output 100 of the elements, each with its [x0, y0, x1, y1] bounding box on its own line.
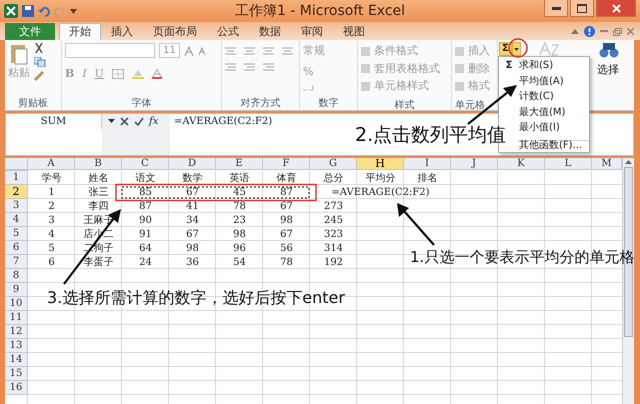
- table-cell: 24: [139, 256, 152, 268]
- row-header[interactable]: 7: [5, 255, 28, 269]
- menu-item[interactable]: 求和(S): [519, 58, 589, 74]
- maximize-button[interactable]: [570, 0, 594, 17]
- ribbon-tab[interactable]: 页面布局: [143, 23, 207, 40]
- cancel-icon[interactable]: [120, 117, 129, 126]
- align-icon[interactable]: [263, 47, 274, 55]
- ribbon-tab[interactable]: 公式: [207, 23, 249, 40]
- row-header[interactable]: 9: [5, 283, 28, 297]
- table-cell: 245: [324, 214, 344, 226]
- scroll-up-icon[interactable]: [625, 160, 632, 164]
- ribbon-tab[interactable]: 数据: [249, 23, 291, 40]
- column-header[interactable]: A: [28, 158, 75, 170]
- table-cell: 67: [186, 228, 199, 240]
- select-all-corner[interactable]: [5, 158, 28, 170]
- table-cell: 98: [280, 214, 293, 226]
- column-header[interactable]: J: [451, 158, 498, 170]
- find-select-button[interactable]: 选择: [596, 62, 619, 78]
- collapse-ribbon-icon[interactable]: [571, 29, 579, 34]
- column-header[interactable]: H: [357, 158, 404, 170]
- group-label: 单元格: [454, 98, 486, 112]
- shrink-font-icon[interactable]: [198, 46, 206, 54]
- close-icon[interactable]: [627, 28, 634, 35]
- table-cell: 91: [139, 228, 152, 240]
- table-cell: 87: [280, 186, 293, 198]
- table-cell: 平均分: [366, 172, 396, 184]
- column-header[interactable]: K: [498, 158, 545, 170]
- grow-font-icon[interactable]: [184, 46, 194, 56]
- menu-item[interactable]: 最小值(I): [519, 120, 589, 136]
- borders-icon[interactable]: [112, 69, 124, 80]
- table-cell: 李蛋子: [84, 256, 114, 268]
- fill-color-icon[interactable]: [132, 69, 144, 80]
- enter-check-icon[interactable]: [134, 117, 144, 126]
- indent-icon[interactable]: [263, 63, 274, 71]
- menu-item[interactable]: 最大值(M): [519, 104, 589, 120]
- group-label: 字体: [130, 96, 152, 110]
- dropdown-icon[interactable]: [108, 119, 115, 123]
- maximize-icon[interactable]: [577, 4, 587, 12]
- menu-item[interactable]: 其他函数(F)...: [519, 140, 589, 151]
- restore-icon[interactable]: [613, 28, 622, 36]
- format-painter-icon[interactable]: [34, 71, 44, 81]
- column-header[interactable]: I: [404, 158, 451, 170]
- row-header[interactable]: 11: [5, 311, 28, 325]
- row-header[interactable]: 1: [5, 171, 28, 185]
- font-name-field[interactable]: [65, 43, 155, 58]
- customize-dropdown-icon[interactable]: [70, 8, 77, 14]
- align-icon[interactable]: [225, 47, 236, 55]
- column-header[interactable]: L: [545, 158, 592, 170]
- insert-function-button[interactable]: fx: [149, 114, 158, 129]
- row-header[interactable]: 5: [5, 227, 28, 241]
- row-header[interactable]: 14: [5, 353, 28, 367]
- table-cell: 67: [280, 228, 293, 240]
- row-header[interactable]: 6: [5, 241, 28, 255]
- row-header[interactable]: 15: [5, 367, 28, 381]
- ribbon-tab[interactable]: 插入: [101, 23, 143, 40]
- indent-icon[interactable]: [225, 63, 236, 71]
- menu-item[interactable]: 计数(C): [519, 89, 589, 104]
- formula-field[interactable]: =AVERAGE(C2:F2): [170, 114, 272, 129]
- ribbon-tab[interactable]: 审阅: [291, 23, 333, 40]
- ribbon-tab[interactable]: 开始: [59, 23, 101, 40]
- save-icon[interactable]: [22, 5, 34, 17]
- file-tab[interactable]: 文件: [5, 23, 55, 40]
- row-header[interactable]: 12: [5, 325, 28, 339]
- table-cell: 2: [48, 200, 55, 212]
- column-header[interactable]: F: [263, 158, 310, 170]
- row-header[interactable]: 2: [5, 185, 28, 199]
- cut-icon[interactable]: [34, 43, 44, 53]
- menu-item[interactable]: 平均值(A): [519, 74, 589, 89]
- column-header[interactable]: M: [592, 158, 622, 170]
- column-header[interactable]: B: [75, 158, 122, 170]
- align-icon[interactable]: [282, 47, 293, 55]
- indent-icon[interactable]: [244, 63, 255, 71]
- caret-icon[interactable]: [514, 48, 519, 50]
- row-header[interactable]: 13: [5, 339, 28, 353]
- row-header[interactable]: 10: [5, 297, 28, 311]
- minimize-button[interactable]: [544, 0, 568, 17]
- undo-icon[interactable]: [38, 5, 50, 17]
- column-header[interactable]: C: [122, 158, 169, 170]
- table-cell: 体育: [276, 172, 296, 184]
- table-cell: 36: [186, 256, 199, 268]
- font-color-icon[interactable]: [152, 69, 162, 80]
- column-header[interactable]: E: [216, 158, 263, 170]
- close-button[interactable]: [596, 0, 636, 17]
- table-cell: 5: [48, 242, 55, 254]
- paste-icon[interactable]: [9, 43, 29, 65]
- row-header[interactable]: 8: [5, 269, 28, 283]
- sort-filter-icon[interactable]: [538, 42, 559, 56]
- minimize-icon[interactable]: [552, 6, 560, 10]
- row-header[interactable]: 16: [5, 381, 28, 395]
- autosum-button[interactable]: Σ: [499, 42, 512, 56]
- column-header[interactable]: G: [310, 158, 357, 170]
- column-header[interactable]: D: [169, 158, 216, 170]
- row-header[interactable]: 3: [5, 199, 28, 213]
- copy-icon[interactable]: [34, 57, 46, 67]
- ribbon-tab[interactable]: 视图: [333, 23, 375, 40]
- row-header[interactable]: 4: [5, 213, 28, 227]
- align-icon[interactable]: [244, 47, 255, 55]
- binoculars-icon[interactable]: [598, 42, 619, 58]
- table-cell: 6: [48, 256, 55, 268]
- help-icon[interactable]: [584, 26, 595, 37]
